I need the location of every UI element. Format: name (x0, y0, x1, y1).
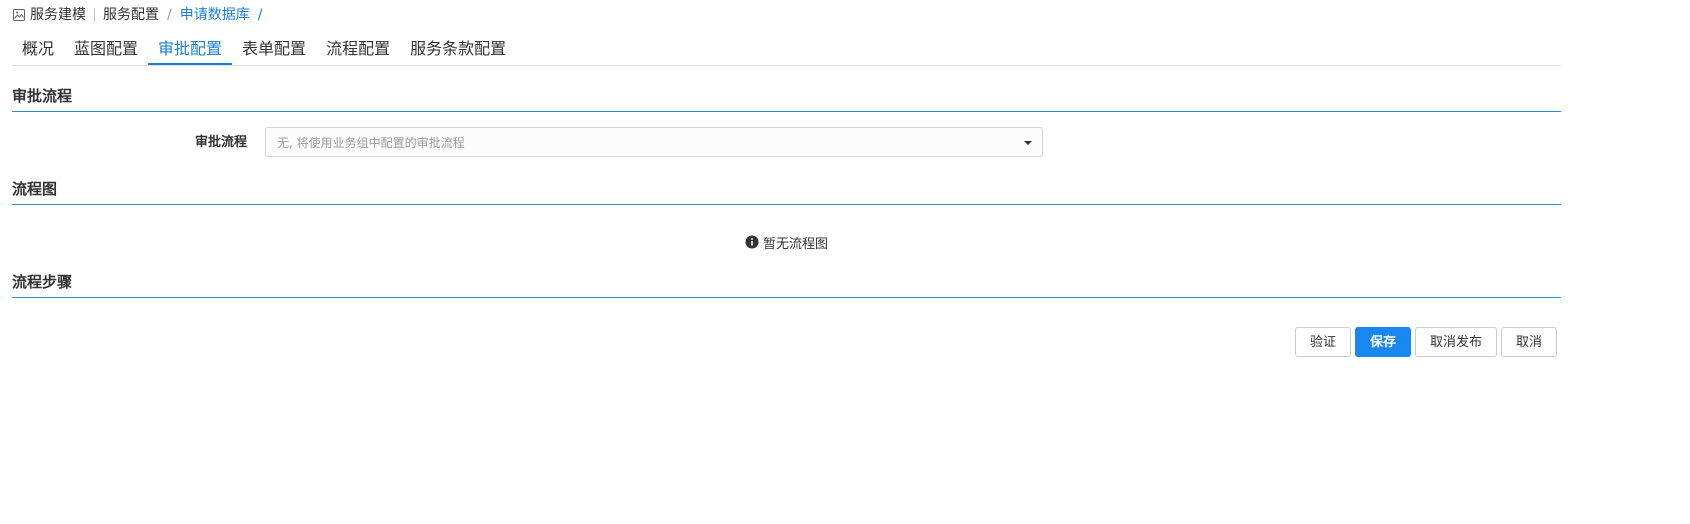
cancel-button[interactable]: 取消 (1501, 327, 1557, 357)
breadcrumb-separator: / (257, 7, 263, 23)
config-tabs: 概况 蓝图配置 审批配置 表单配置 流程配置 服务条款配置 (12, 34, 1561, 66)
unpublish-button[interactable]: 取消发布 (1415, 327, 1497, 357)
section-title-approval: 审批流程 (12, 85, 1561, 112)
info-icon (745, 235, 759, 249)
image-icon (13, 9, 25, 21)
tab-form-config[interactable]: 表单配置 (232, 34, 316, 64)
empty-text: 暂无流程图 (763, 236, 829, 252)
section-title-steps: 流程步骤 (12, 271, 1561, 298)
flowchart-empty-message: 暂无流程图 (745, 232, 828, 252)
breadcrumb-divider (94, 8, 95, 22)
caret-down-icon (1024, 141, 1032, 145)
page: 服务建模 服务配置 / 申请数据库 / 概况 蓝图配置 审批配置 表单配置 流程… (0, 0, 1690, 524)
tab-blueprint-config[interactable]: 蓝图配置 (64, 34, 148, 64)
tab-overview[interactable]: 概况 (12, 34, 64, 64)
approval-process-select[interactable]: 无, 将使用业务组中配置的审批流程 (265, 127, 1043, 157)
verify-button[interactable]: 验证 (1295, 327, 1351, 357)
tab-process-config[interactable]: 流程配置 (316, 34, 400, 64)
breadcrumb-item-service-modeling[interactable]: 服务建模 (30, 6, 86, 24)
tab-terms-config[interactable]: 服务条款配置 (400, 34, 516, 64)
breadcrumb-separator: / (167, 7, 172, 23)
select-placeholder: 无, 将使用业务组中配置的审批流程 (277, 136, 465, 150)
breadcrumb-item-service-config[interactable]: 服务配置 (103, 6, 159, 24)
approval-field-label: 审批流程 (194, 135, 247, 150)
section-title-flowchart: 流程图 (12, 178, 1561, 205)
save-button[interactable]: 保存 (1355, 327, 1411, 357)
breadcrumb: 服务建模 服务配置 / 申请数据库 / (13, 6, 268, 24)
tab-approval-config[interactable]: 审批配置 (148, 34, 233, 65)
breadcrumb-item-current[interactable]: 申请数据库 (180, 6, 250, 24)
